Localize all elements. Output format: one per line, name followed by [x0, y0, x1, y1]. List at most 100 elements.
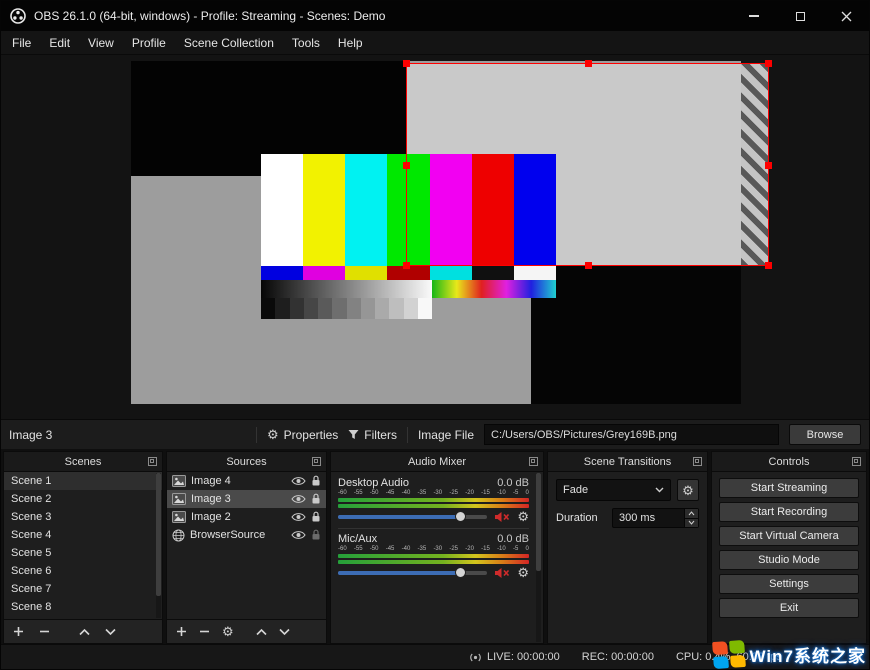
- lock-icon[interactable]: [311, 529, 321, 541]
- mixer-body: Desktop Audio 0.0 dB -60-55-50-45-40-35-…: [331, 472, 543, 643]
- menu-scene-collection[interactable]: Scene Collection: [175, 31, 283, 54]
- duration-spinbox[interactable]: 300 ms: [612, 508, 699, 528]
- add-source-button[interactable]: [176, 626, 187, 637]
- add-scene-button[interactable]: [13, 626, 24, 637]
- mixer-scrollbar[interactable]: [536, 473, 541, 642]
- source-name: BrowserSource: [190, 529, 286, 541]
- minimize-button[interactable]: [731, 1, 777, 31]
- tick-label: -60: [338, 490, 347, 497]
- dock-float-icon[interactable]: [148, 457, 157, 466]
- controls-panel: Controls Start Streaming Start Recording…: [711, 451, 867, 644]
- lock-icon[interactable]: [311, 475, 321, 487]
- visibility-eye-icon[interactable]: [291, 476, 306, 486]
- lock-icon[interactable]: [311, 493, 321, 505]
- scene-item[interactable]: Scene 7: [4, 580, 162, 598]
- duration-decrement-button[interactable]: [685, 518, 698, 528]
- mute-speaker-icon[interactable]: [494, 567, 510, 579]
- menu-file[interactable]: File: [3, 31, 40, 54]
- source-properties-button[interactable]: ⚙: [222, 625, 234, 638]
- menu-profile[interactable]: Profile: [123, 31, 175, 54]
- window-controls: [731, 1, 869, 31]
- duration-increment-button[interactable]: [685, 509, 698, 518]
- volume-slider[interactable]: [338, 515, 487, 519]
- close-button[interactable]: [823, 1, 869, 31]
- dock-float-icon[interactable]: [312, 457, 321, 466]
- scene-item[interactable]: Scene 8: [4, 598, 162, 616]
- scene-item[interactable]: Scene 2: [4, 490, 162, 508]
- source-item[interactable]: BrowserSource: [167, 526, 326, 544]
- start-recording-button[interactable]: Start Recording: [719, 502, 859, 522]
- channel-settings-button[interactable]: ⚙: [517, 510, 529, 523]
- watermark-text: Win7系统之家: [750, 642, 866, 667]
- scene-item[interactable]: Scene 5: [4, 544, 162, 562]
- tick-label: -15: [481, 490, 490, 497]
- tick-label: -10: [497, 490, 506, 497]
- tick-label: -30: [433, 490, 442, 497]
- start-streaming-button[interactable]: Start Streaming: [719, 478, 859, 498]
- transition-properties-button[interactable]: ⚙: [677, 479, 699, 501]
- menu-help[interactable]: Help: [329, 31, 372, 54]
- gear-icon: ⚙: [267, 428, 279, 441]
- lock-icon[interactable]: [311, 511, 321, 523]
- properties-label: Properties: [284, 428, 339, 442]
- properties-button[interactable]: ⚙ Properties: [267, 428, 338, 442]
- menu-tools[interactable]: Tools: [283, 31, 329, 54]
- start-virtual-camera-button[interactable]: Start Virtual Camera: [719, 526, 859, 546]
- selection-handle-bottom-right[interactable]: [765, 262, 772, 269]
- step-cell: [361, 298, 375, 319]
- source-item-selected[interactable]: Image 3: [167, 490, 326, 508]
- dock-float-icon[interactable]: [529, 457, 538, 466]
- move-source-up-button[interactable]: [256, 628, 267, 636]
- source-item[interactable]: Image 2: [167, 508, 326, 526]
- menu-edit[interactable]: Edit: [40, 31, 79, 54]
- source-item[interactable]: Image 4: [167, 472, 326, 490]
- slider-handle[interactable]: [455, 567, 466, 578]
- selection-handle-top-right[interactable]: [765, 60, 772, 67]
- maximize-button[interactable]: [777, 1, 823, 31]
- transition-select[interactable]: Fade: [556, 479, 671, 501]
- step-cell: [418, 298, 432, 319]
- gear-icon: ⚙: [517, 566, 529, 579]
- scenes-scrollbar[interactable]: [156, 473, 161, 618]
- image-file-path-input[interactable]: [484, 424, 779, 445]
- source-black-rect-bottom-right[interactable]: [531, 266, 741, 404]
- volume-slider[interactable]: [338, 571, 487, 575]
- preview-canvas[interactable]: [131, 61, 741, 404]
- filters-button[interactable]: Filters: [348, 428, 397, 442]
- scene-item[interactable]: Scene 6: [4, 562, 162, 580]
- menu-view[interactable]: View: [79, 31, 123, 54]
- step-cell: [332, 298, 346, 319]
- move-source-down-button[interactable]: [279, 628, 290, 636]
- visibility-eye-icon[interactable]: [291, 494, 306, 504]
- mute-speaker-icon[interactable]: [494, 511, 510, 523]
- scene-item[interactable]: Scene 4: [4, 526, 162, 544]
- selection-handle-top-left[interactable]: [403, 60, 410, 67]
- selection-handle-bottom-left[interactable]: [403, 262, 410, 269]
- dock-float-icon[interactable]: [693, 457, 702, 466]
- move-scene-down-button[interactable]: [105, 628, 116, 636]
- source-name: Image 3: [191, 493, 286, 505]
- selection-handle-middle-right[interactable]: [765, 162, 772, 169]
- dock-float-icon[interactable]: [852, 457, 861, 466]
- selection-handle-middle-left[interactable]: [403, 162, 410, 169]
- remove-scene-button[interactable]: [39, 626, 50, 637]
- rainbow-gradient: [432, 280, 556, 298]
- source-name-label: Image 3: [9, 428, 52, 442]
- move-scene-up-button[interactable]: [79, 628, 90, 636]
- tick-label: -20: [465, 546, 474, 553]
- channel-settings-button[interactable]: ⚙: [517, 566, 529, 579]
- selection-handle-top-center[interactable]: [585, 60, 592, 67]
- scene-item[interactable]: Scene 1: [4, 472, 162, 490]
- tick-label: -55: [354, 546, 363, 553]
- studio-mode-button[interactable]: Studio Mode: [719, 550, 859, 570]
- slider-handle[interactable]: [455, 511, 466, 522]
- remove-source-button[interactable]: [199, 626, 210, 637]
- visibility-eye-icon[interactable]: [291, 512, 306, 522]
- visibility-eye-icon[interactable]: [291, 530, 306, 540]
- selection-handle-bottom-center[interactable]: [585, 262, 592, 269]
- image-source-icon: [172, 511, 186, 523]
- settings-button[interactable]: Settings: [719, 574, 859, 594]
- exit-button[interactable]: Exit: [719, 598, 859, 618]
- browse-button[interactable]: Browse: [789, 424, 861, 445]
- scene-item[interactable]: Scene 3: [4, 508, 162, 526]
